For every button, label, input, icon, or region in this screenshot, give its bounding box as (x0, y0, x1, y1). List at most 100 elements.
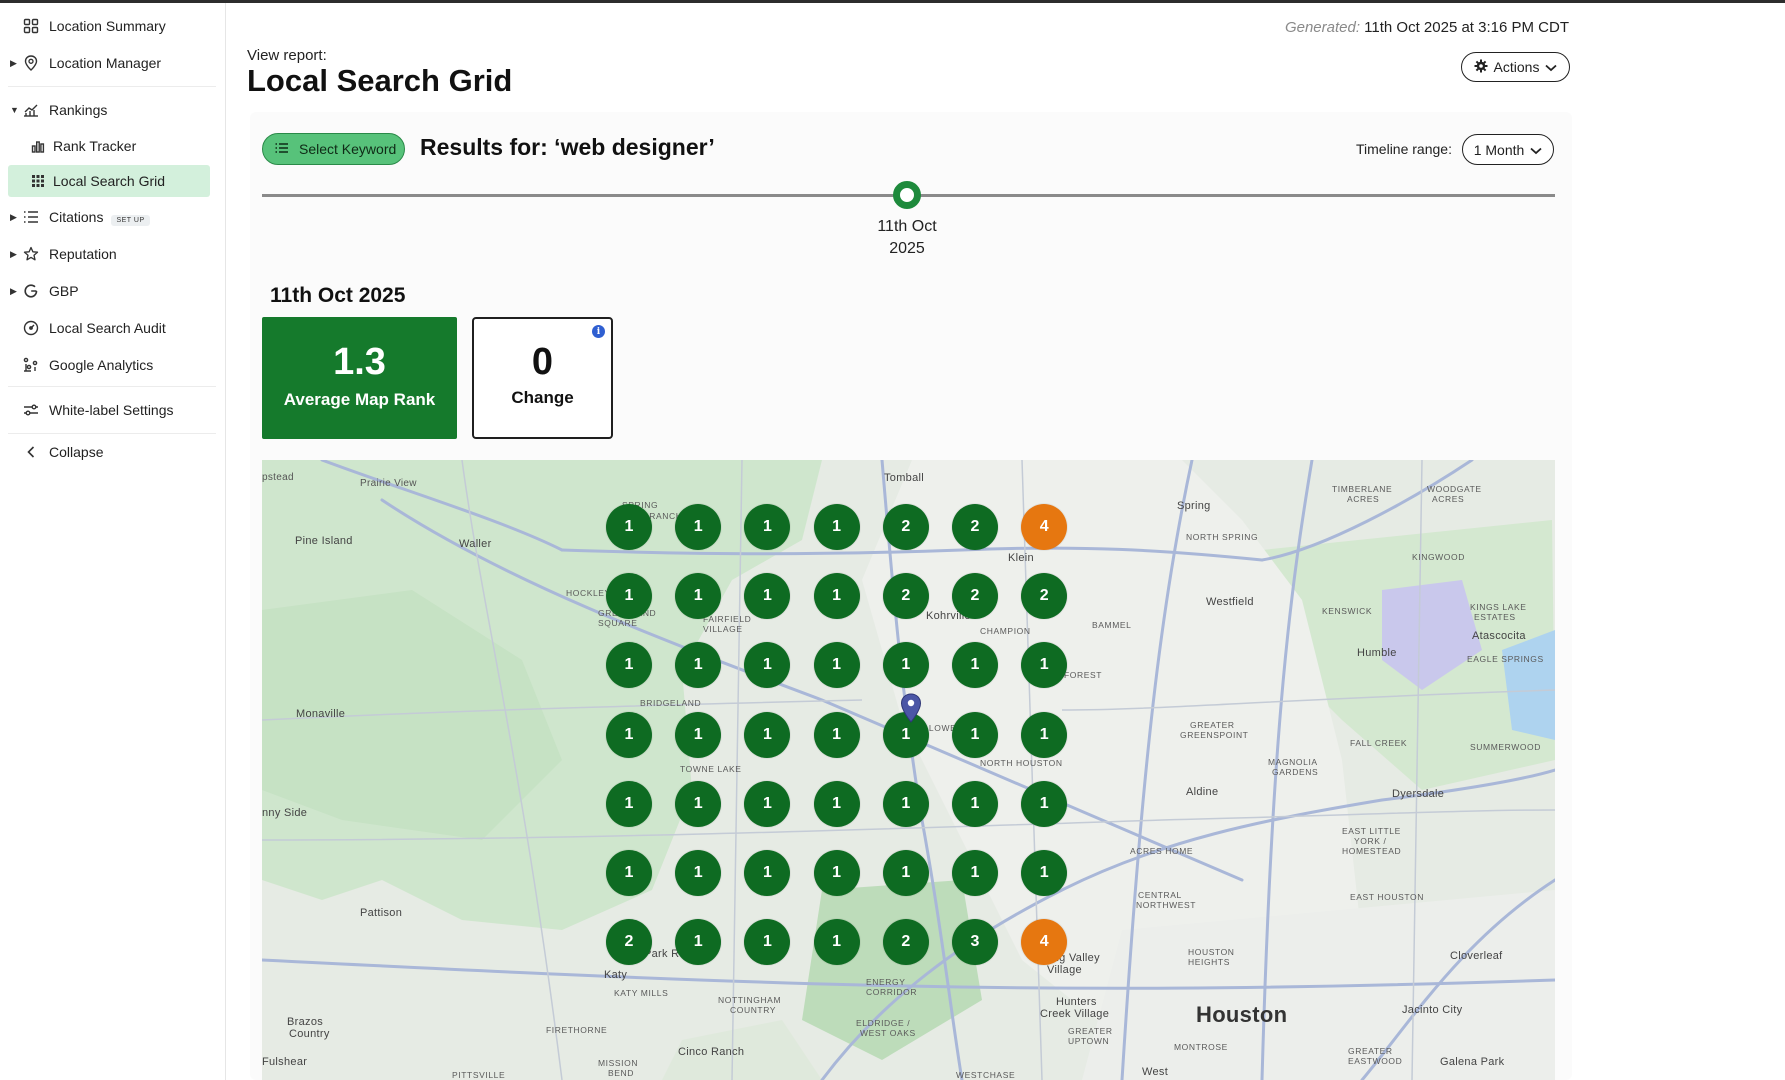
rank-pin[interactable]: 1 (813, 919, 860, 966)
map-place-label: WOODGATE (1427, 484, 1482, 494)
rank-pin[interactable]: 1 (813, 780, 860, 827)
rank-pin[interactable]: 1 (882, 642, 929, 689)
select-keyword-button[interactable]: Select Keyword (262, 133, 405, 165)
rank-pin[interactable]: 1 (1021, 711, 1068, 758)
map-place-label: UPTOWN (1068, 1036, 1110, 1046)
sidebar-item-label: Rankings (49, 102, 108, 118)
map-place-label: HOMESTEAD (1342, 846, 1402, 856)
audit-gauge-icon (22, 319, 40, 337)
sidebar-item-rank-tracker[interactable]: Rank Tracker (8, 130, 210, 162)
rank-pin[interactable]: 1 (813, 573, 860, 620)
sidebar-item-citations[interactable]: ▶ Citations SET UP (8, 201, 210, 233)
sidebar-item-label: GBP (49, 283, 79, 299)
rank-pin[interactable]: 1 (675, 504, 722, 550)
map-place-label: BRIDGELAND (640, 698, 702, 708)
select-keyword-label: Select Keyword (299, 141, 397, 157)
rank-pin[interactable]: 1 (952, 780, 998, 827)
map-place-label: FAIRFIELD (703, 614, 752, 624)
dashboard-grid-icon (22, 17, 40, 35)
view-report-label: View report: (247, 47, 327, 64)
rank-pin[interactable]: 1 (606, 780, 652, 827)
top-border (0, 0, 1785, 3)
map-place-label: Klein (1008, 552, 1034, 564)
caret-right-icon: ▶ (10, 248, 17, 259)
rank-pin[interactable]: 1 (606, 504, 652, 550)
rank-pin[interactable]: 1 (1021, 850, 1068, 896)
sidebar-item-google-analytics[interactable]: Google Analytics (8, 349, 210, 381)
map-place-label: Fulshear (262, 1056, 308, 1068)
rank-pin[interactable]: 2 (882, 919, 929, 966)
map-place-label: MISSION (598, 1058, 639, 1068)
map-place-label: Cloverleaf (1450, 950, 1503, 962)
sidebar-item-location-summary[interactable]: Location Summary (8, 10, 210, 42)
timeline-range-select[interactable]: 1 Month (1462, 134, 1554, 165)
caret-right-icon: ▶ (10, 211, 17, 222)
search-grid-map[interactable]: pstead Prairie View Tomball SPRING CREEK… (262, 460, 1555, 1080)
rank-pin[interactable]: 2 (606, 919, 652, 966)
rank-pin[interactable]: 1 (813, 850, 860, 896)
rank-pin[interactable]: 1 (606, 573, 652, 620)
rank-pin[interactable]: 1 (813, 504, 860, 550)
average-map-rank-value: 1.3 (333, 341, 386, 383)
average-map-rank-label: Average Map Rank (283, 390, 436, 409)
map-place-label: KATY MILLS (614, 988, 669, 998)
map-place-label: Country (289, 1028, 330, 1040)
map-place-label: Spring (1177, 500, 1211, 512)
rank-pin[interactable]: 1 (675, 711, 722, 758)
map-place-label: WESTCHASE (956, 1070, 1016, 1080)
map-place-label: BAMMEL (1092, 620, 1132, 630)
map-place-label: NORTH HOUSTON (980, 758, 1063, 768)
rank-pin[interactable]: 1 (675, 850, 722, 896)
rank-pin[interactable]: 1 (952, 711, 998, 758)
sidebar-item-location-manager[interactable]: ▶ Location Manager (8, 47, 210, 79)
average-map-rank-card: 1.3 Average Map Rank (262, 317, 457, 439)
sidebar-item-local-search-grid[interactable]: Local Search Grid (8, 165, 210, 197)
rank-pin[interactable]: 1 (606, 711, 652, 758)
rank-pin[interactable]: 2 (882, 573, 929, 620)
timeline-point[interactable] (893, 181, 921, 209)
map-place-label: BEND (608, 1068, 635, 1078)
rank-pin[interactable]: 1 (606, 850, 652, 896)
rank-pin[interactable]: 1 (675, 780, 722, 827)
sidebar-item-label: Location Summary (49, 18, 166, 34)
sidebar-item-rankings[interactable]: ▼ Rankings (8, 94, 210, 126)
rank-pin[interactable]: 1 (952, 850, 998, 896)
map-place-label: Atascocita (1472, 630, 1526, 642)
rank-pin[interactable]: 1 (882, 850, 929, 896)
snapshot-date: 11th Oct 2025 (270, 284, 406, 307)
rank-pin[interactable]: 1 (1021, 780, 1068, 827)
collapse-button[interactable]: Collapse (8, 436, 210, 468)
map-place-label: Tomball (884, 472, 925, 484)
map-place-label: HEIGHTS (1188, 957, 1230, 967)
map-place-label: Jacinto City (1402, 1004, 1463, 1016)
sidebar-item-local-search-audit[interactable]: Local Search Audit (8, 312, 210, 344)
map-place-label: ELDRIDGE / (856, 1018, 911, 1028)
rank-pin[interactable]: 1 (813, 642, 860, 689)
rank-pin[interactable]: 2 (952, 504, 998, 550)
map-place-label: CORRIDOR (866, 987, 918, 997)
generated-timestamp: Generated: 11th Oct 2025 at 3:16 PM CDT (1285, 19, 1569, 36)
star-icon (22, 245, 40, 263)
rank-pin[interactable]: 3 (952, 919, 998, 966)
actions-button[interactable]: Actions (1461, 52, 1570, 82)
rank-pin[interactable]: 1 (744, 711, 791, 758)
map-place-label: MAGNOLIA (1268, 757, 1318, 767)
rank-pin[interactable]: 1 (744, 780, 791, 827)
map-place-label: NOTTINGHAM (718, 995, 782, 1005)
sidebar-item-white-label-settings[interactable]: White-label Settings (8, 394, 210, 426)
rank-pin[interactable]: 1 (882, 780, 929, 827)
map-place-label: GREATER (1348, 1046, 1393, 1056)
rank-pin[interactable]: 4 (1021, 504, 1068, 550)
info-icon[interactable]: i (592, 325, 605, 338)
map-place-label: Monaville (296, 708, 346, 720)
rank-pin[interactable]: 2 (952, 573, 998, 620)
map-place-label: Waller (459, 538, 492, 550)
sidebar-item-gbp[interactable]: ▶ GBP (8, 275, 210, 307)
rank-pin[interactable]: 1 (813, 711, 860, 758)
map-place-label: Katy (604, 969, 628, 981)
rank-pin[interactable]: 2 (882, 504, 929, 550)
business-location-marker[interactable] (900, 693, 922, 723)
sidebar-item-reputation[interactable]: ▶ Reputation (8, 238, 210, 270)
map-place-label: SQUARE (598, 618, 638, 628)
map-place-label: Pattison (360, 907, 403, 919)
